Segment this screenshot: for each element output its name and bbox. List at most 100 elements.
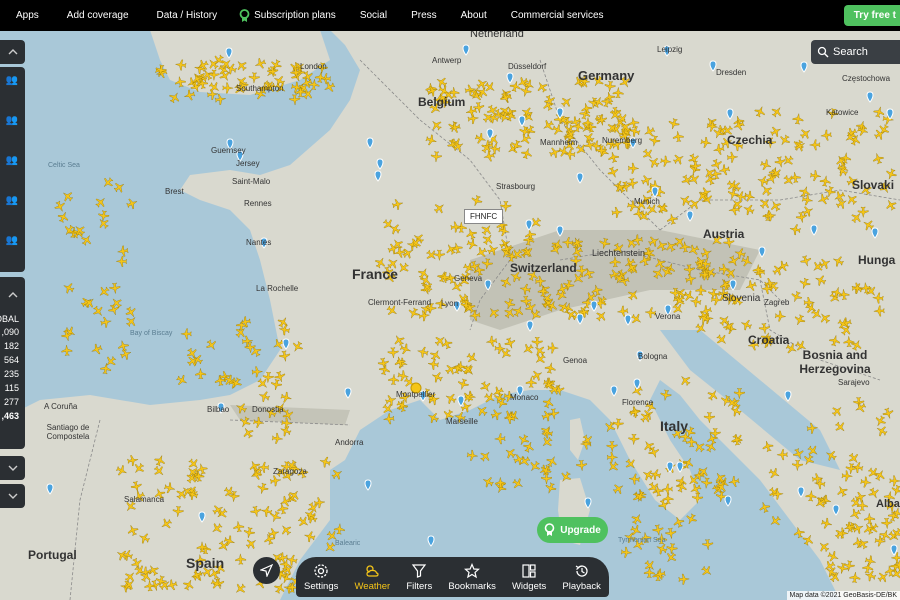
nav-about[interactable]: About xyxy=(461,10,487,21)
country-label: Bosnia and Herzegovina xyxy=(799,348,871,376)
city-label: Rennes xyxy=(244,199,272,208)
stat-value: 277 xyxy=(3,397,19,407)
city-label: Clermont-Ferrand xyxy=(368,298,432,307)
country-label: Slovaki xyxy=(852,178,895,192)
city-label: Nuremberg xyxy=(602,136,643,145)
city-label: Lyon xyxy=(441,299,459,308)
country-label: Germany xyxy=(578,68,635,83)
city-label: Balearic xyxy=(335,540,361,547)
toolbar-filters-label: Filters xyxy=(406,580,433,592)
stat-value: 564 xyxy=(3,355,19,365)
upgrade-button[interactable]: Upgrade xyxy=(537,517,608,543)
crowd-icon[interactable]: 👥 xyxy=(2,75,22,89)
try-free-button[interactable]: Try free t xyxy=(843,5,900,26)
city-label: A Coruña xyxy=(44,402,78,411)
collapse-panel-button[interactable] xyxy=(0,40,25,64)
star-icon xyxy=(464,562,481,578)
nav-press[interactable]: Press xyxy=(411,10,437,21)
crowd-icon[interactable]: 👥 xyxy=(2,235,22,249)
expand-panel-button-2[interactable] xyxy=(0,484,25,508)
country-label: Austria xyxy=(703,227,745,241)
country-label: Hunga xyxy=(858,253,896,267)
country-label: Croatia xyxy=(748,333,790,347)
country-label: Slovenia xyxy=(722,293,761,304)
toolbar-playback-label: Playback xyxy=(562,580,601,592)
chevron-up-icon[interactable] xyxy=(8,285,18,303)
locate-me-button[interactable] xyxy=(253,557,280,584)
top-navigation: Apps Add coverage Data / History Subscri… xyxy=(0,0,900,31)
nav-data-history[interactable]: Data / History xyxy=(157,10,218,21)
city-label: Donostia xyxy=(252,405,284,414)
toolbar-widgets[interactable]: Widgets xyxy=(512,563,546,592)
city-label: Antwerp xyxy=(432,56,462,65)
toolbar-weather-label: Weather xyxy=(354,580,391,592)
map-attribution: Map data ©2021 GeoBasis-DE/BK xyxy=(786,591,900,600)
city-label: Marseille xyxy=(446,417,479,426)
expand-panel-button[interactable] xyxy=(0,456,25,480)
country-label: Czechia xyxy=(727,133,773,147)
crowd-icon[interactable]: 👥 xyxy=(2,155,22,169)
nav-apps[interactable]: Apps xyxy=(16,10,39,21)
stat-value: 115 xyxy=(4,383,19,393)
chevron-up-icon xyxy=(8,49,17,55)
toolbar-settings[interactable]: Settings xyxy=(304,563,338,592)
city-label: Leipzig xyxy=(657,45,683,54)
city-label: Florence xyxy=(622,398,654,407)
most-tracked-panel: 👥 👥 👥 👥 👥 xyxy=(0,67,25,272)
chevron-down-icon xyxy=(8,465,17,471)
city-label: Geneva xyxy=(454,274,483,283)
nav-add-coverage[interactable]: Add coverage xyxy=(67,10,129,21)
city-label: Brest xyxy=(165,187,184,196)
search-icon xyxy=(817,46,829,58)
country-label: Switzerland xyxy=(510,261,577,275)
search-button[interactable]: Search xyxy=(811,40,900,64)
search-label: Search xyxy=(833,46,868,58)
country-label: Italy xyxy=(660,418,689,434)
city-label: Verona xyxy=(655,312,681,321)
city-label: Mannheim xyxy=(540,138,578,147)
stat-value: 235 xyxy=(3,369,19,379)
nav-social[interactable]: Social xyxy=(360,10,387,21)
toolbar-playback[interactable]: Playback xyxy=(562,563,601,592)
city-label: London xyxy=(300,62,327,71)
city-label: La Rochelle xyxy=(256,284,299,293)
toolbar-weather[interactable]: Weather xyxy=(354,563,390,592)
toolbar-bookmarks[interactable]: Bookmarks xyxy=(448,562,496,592)
country-label: Alba xyxy=(876,498,900,510)
city-label: Bay of Biscay xyxy=(130,330,173,337)
city-label: Munich xyxy=(634,197,660,206)
country-label: Spain xyxy=(186,555,225,571)
city-label: Tyrrhenian Sea xyxy=(618,537,666,544)
weather-icon xyxy=(366,564,379,577)
stat-value: 182 xyxy=(3,341,19,351)
filter-icon xyxy=(412,563,427,578)
city-label: Genoa xyxy=(563,356,588,365)
navigation-arrow-icon xyxy=(260,564,273,577)
city-label: Monaco xyxy=(510,393,539,402)
nav-commercial-services[interactable]: Commercial services xyxy=(511,10,604,21)
city-label: Guernsey xyxy=(211,146,246,155)
city-label: Saint-Malo xyxy=(232,177,271,186)
country-label: Portugal xyxy=(28,548,77,562)
nav-subscription-plans[interactable]: Subscription plans xyxy=(239,8,336,23)
city-label: Zaragoza xyxy=(273,467,307,476)
nav-subscription-plans-label: Subscription plans xyxy=(254,10,336,21)
gear-icon xyxy=(314,563,328,578)
crowd-icon[interactable]: 👥 xyxy=(2,115,22,129)
city-label: Częstochowa xyxy=(842,74,891,83)
country-label: France xyxy=(352,266,398,282)
city-label: Zagreb xyxy=(764,298,790,307)
stat-value: ,090 xyxy=(1,327,19,337)
city-label: Sarajevo xyxy=(838,378,870,387)
toolbar-filters[interactable]: Filters xyxy=(406,563,432,592)
award-icon xyxy=(239,8,250,22)
city-label: Bilbao xyxy=(207,405,230,414)
stat-total: ,463 xyxy=(1,411,19,421)
flight-callsign-tag[interactable]: FHNFC xyxy=(464,209,504,224)
upgrade-label: Upgrade xyxy=(560,524,601,536)
statistics-panel: OBAL ,090 182 564 235 115 277 ,463 xyxy=(0,277,25,449)
award-icon xyxy=(544,523,555,536)
stat-title: OBAL xyxy=(0,314,19,324)
crowd-icon[interactable]: 👥 xyxy=(2,195,22,209)
country-label: Liechtenstein xyxy=(592,248,646,258)
